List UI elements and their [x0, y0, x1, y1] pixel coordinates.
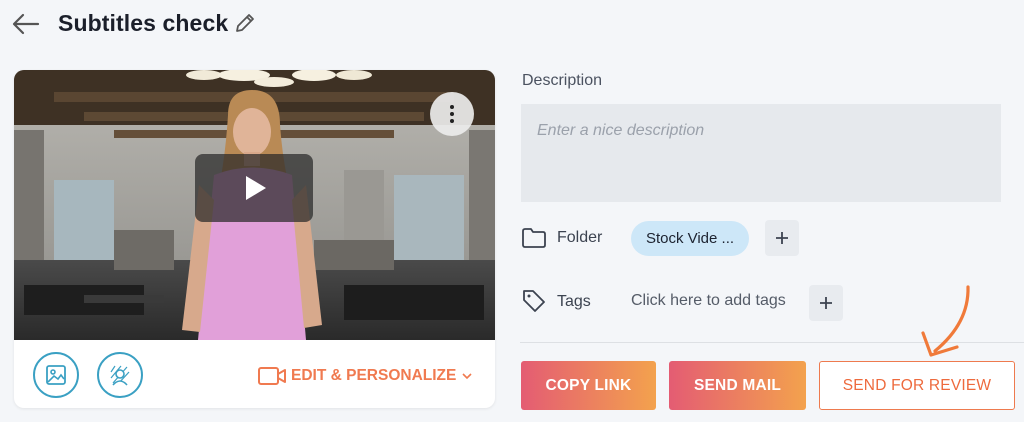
edit-personalize-label: EDIT & PERSONALIZE — [291, 367, 457, 384]
tags-label: Tags — [557, 293, 591, 310]
folder-chip[interactable]: Stock Vide ... — [631, 221, 749, 256]
send-for-review-button[interactable]: SEND FOR REVIEW — [819, 361, 1015, 410]
plus-icon — [776, 232, 788, 244]
description-input[interactable] — [521, 104, 1001, 202]
video-card-footer: EDIT & PERSONALIZE — [14, 340, 495, 408]
add-tag-button[interactable] — [809, 285, 843, 321]
send-mail-button[interactable]: SEND MAIL — [669, 361, 806, 410]
back-button[interactable] — [10, 10, 42, 38]
video-camera-icon — [258, 367, 286, 385]
play-icon — [246, 176, 266, 200]
arrow-left-icon — [12, 13, 40, 35]
copy-link-button[interactable]: COPY LINK — [521, 361, 656, 410]
add-folder-button[interactable] — [765, 220, 799, 256]
folder-label: Folder — [557, 229, 603, 246]
description-label: Description — [522, 72, 603, 89]
edit-title-button[interactable] — [233, 11, 257, 35]
add-tags-field[interactable]: Click here to add tags — [631, 292, 786, 310]
page-title: Subtitles check — [58, 10, 229, 36]
edit-personalize-button[interactable]: EDIT & PERSONALIZE — [257, 363, 473, 389]
avatar-button[interactable] — [97, 352, 143, 398]
video-card: EDIT & PERSONALIZE — [14, 70, 495, 408]
more-options-button[interactable] — [430, 92, 474, 136]
chevron-down-icon — [462, 373, 472, 380]
annotation-arrow-icon — [921, 285, 970, 357]
plus-icon — [820, 297, 832, 309]
play-button[interactable] — [195, 154, 313, 222]
pencil-icon — [236, 14, 254, 32]
page-header: Subtitles check — [0, 0, 1024, 52]
video-preview[interactable] — [14, 70, 495, 340]
tag-icon — [523, 290, 545, 312]
folder-icon — [522, 228, 546, 248]
avatar-icon — [110, 365, 130, 386]
thumbnail-button[interactable] — [33, 352, 79, 398]
image-icon — [46, 365, 66, 385]
